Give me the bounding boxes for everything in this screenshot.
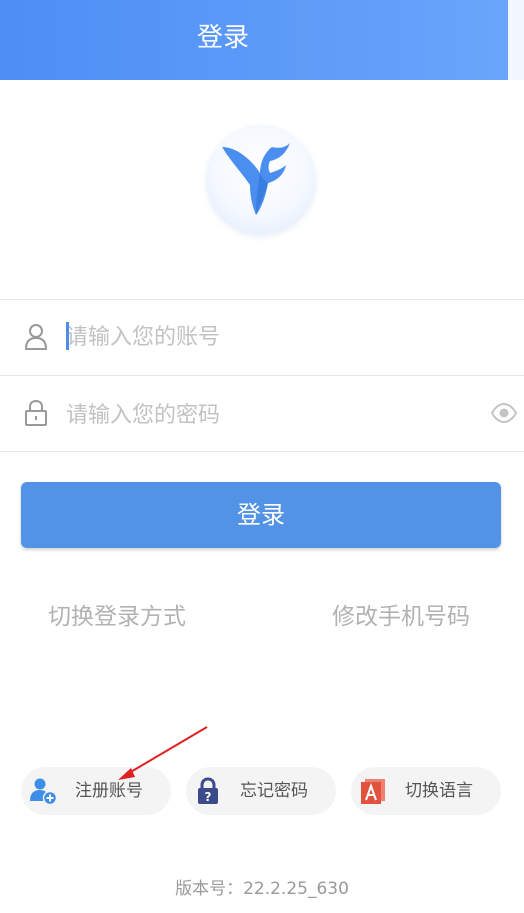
feather-logo-icon xyxy=(206,125,316,235)
user-icon xyxy=(24,323,48,355)
login-button[interactable]: 登录 xyxy=(21,482,501,548)
page-title: 登录 xyxy=(196,23,249,53)
account-input[interactable] xyxy=(66,317,466,357)
version-label: 版本号：22.2.25_630 xyxy=(175,879,349,899)
switch-language-label: 切换语言 xyxy=(405,781,473,801)
change-phone-link[interactable]: 修改手机号码 xyxy=(332,601,470,633)
language-a-icon xyxy=(361,779,385,804)
add-user-icon xyxy=(30,778,57,805)
divider xyxy=(0,451,524,452)
forgot-password-button[interactable]: ? 忘记密码 xyxy=(186,767,336,815)
divider xyxy=(0,375,524,376)
eye-icon[interactable] xyxy=(490,402,518,427)
register-label: 注册账号 xyxy=(75,781,143,801)
header-edge xyxy=(508,0,524,80)
register-button[interactable]: 注册账号 xyxy=(21,767,171,815)
text-caret xyxy=(66,322,69,350)
padlock-question-icon: ? xyxy=(198,777,218,804)
switch-language-button[interactable]: 切换语言 xyxy=(351,767,501,815)
lock-icon xyxy=(24,399,48,431)
forgot-password-label: 忘记密码 xyxy=(240,781,308,801)
divider xyxy=(0,299,524,300)
svg-text:?: ? xyxy=(205,790,212,804)
password-input[interactable] xyxy=(66,395,466,435)
app-header: 登录 xyxy=(0,0,524,80)
switch-login-method-link[interactable]: 切换登录方式 xyxy=(48,601,186,633)
